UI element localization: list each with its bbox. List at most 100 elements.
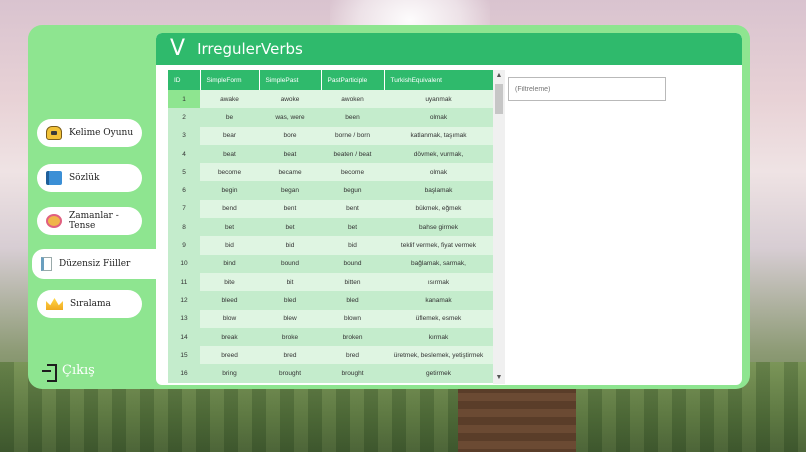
cell-pastparticiple[interactable]: broken [321, 327, 384, 347]
cell-simpleform[interactable]: become [200, 163, 259, 182]
table-row[interactable]: 11 bite bit bitten ısırmak [168, 272, 493, 292]
scroll-up-arrow-icon[interactable]: ▲ [493, 70, 505, 82]
cell-turkish[interactable]: başlamak [384, 181, 493, 200]
cell-simpleform[interactable]: bite [200, 272, 259, 292]
cell-pastparticiple[interactable]: bled [321, 291, 384, 310]
column-header-simpleform[interactable]: SimpleForm [200, 70, 260, 90]
cell-turkish[interactable]: teklif vermek, fiyat vermek [384, 236, 493, 255]
cell-turkish[interactable]: olmak [384, 163, 493, 182]
table-row[interactable]: 1 awake awoke awoken uyanmak [168, 90, 493, 109]
cell-simplepast[interactable]: bit [259, 272, 321, 292]
cell-simplepast[interactable]: bore [259, 126, 321, 145]
cell-turkish[interactable]: kanamak [384, 291, 493, 310]
cell-simplepast[interactable]: awoke [259, 90, 321, 109]
cell-simpleform[interactable]: bend [200, 199, 259, 219]
cell-pastparticiple[interactable]: bitten [321, 272, 384, 292]
cell-id[interactable]: 10 [168, 254, 200, 273]
table-row[interactable]: 7 bend bent bent bükmek, eğmek [168, 199, 493, 219]
cell-simpleform[interactable]: bleed [200, 291, 259, 310]
cell-simpleform[interactable]: be [200, 108, 259, 127]
cell-simpleform[interactable]: bet [200, 218, 259, 237]
cell-id[interactable]: 14 [168, 327, 200, 347]
cell-pastparticiple[interactable]: bred [321, 346, 384, 365]
cell-simpleform[interactable]: beat [200, 144, 259, 164]
cell-simpleform[interactable]: bear [200, 126, 259, 145]
table-row[interactable]: 9 bid bid bid teklif vermek, fiyat verme… [168, 236, 493, 255]
cell-simpleform[interactable]: break [200, 327, 259, 347]
cell-turkish[interactable]: ısırmak [384, 272, 493, 292]
table-row[interactable]: 12 bleed bled bled kanamak [168, 291, 493, 310]
scroll-down-arrow-icon[interactable]: ▼ [493, 372, 505, 384]
menu-duzensiz-fiiller-button[interactable]: Düzensiz Fiiller [32, 249, 158, 279]
cell-turkish[interactable]: üflemek, esmek [384, 309, 493, 328]
cell-id[interactable]: 5 [168, 163, 200, 182]
cell-pastparticiple[interactable]: awoken [321, 90, 384, 109]
cell-pastparticiple[interactable]: borne / born [321, 126, 384, 145]
cell-pastparticiple[interactable]: begun [321, 181, 384, 200]
cell-pastparticiple[interactable]: brought [321, 364, 384, 383]
cell-id[interactable]: 3 [168, 126, 200, 145]
cell-pastparticiple[interactable]: bound [321, 254, 384, 273]
cell-id[interactable]: 6 [168, 181, 200, 200]
cell-turkish[interactable]: bahse girmek [384, 218, 493, 237]
menu-sozluk-button[interactable]: Sözlük [37, 164, 142, 192]
cell-simpleform[interactable]: bind [200, 254, 259, 273]
table-row[interactable]: 16 bring brought brought getirmek [168, 364, 493, 383]
cell-simplepast[interactable]: began [259, 181, 321, 200]
cell-pastparticiple[interactable]: been [321, 108, 384, 127]
cell-simplepast[interactable]: bid [259, 236, 321, 255]
cell-turkish[interactable]: bükmek, eğmek [384, 199, 493, 219]
table-row[interactable]: 2 be was, were been olmak [168, 108, 493, 127]
table-row[interactable]: 10 bind bound bound bağlamak, sarmak, [168, 254, 493, 273]
cell-id[interactable]: 1 [168, 90, 200, 109]
table-row[interactable]: 13 blow blew blown üflemek, esmek [168, 309, 493, 328]
cell-turkish[interactable]: getirmek [384, 364, 493, 383]
cell-simpleform[interactable]: bring [200, 364, 259, 383]
cell-id[interactable]: 12 [168, 291, 200, 310]
table-row[interactable]: 6 begin began begun başlamak [168, 181, 493, 200]
cell-simpleform[interactable]: blow [200, 309, 259, 328]
cell-turkish[interactable]: olmak [384, 108, 493, 127]
cell-simplepast[interactable]: bred [259, 346, 321, 365]
filter-input[interactable] [508, 77, 666, 101]
menu-kelime-oyunu-button[interactable]: Kelime Oyunu [37, 119, 142, 147]
cell-id[interactable]: 8 [168, 218, 200, 237]
cell-turkish[interactable]: üretmek, beslemek, yetiştirmek [384, 346, 493, 365]
cell-simplepast[interactable]: bet [259, 218, 321, 237]
cell-simplepast[interactable]: was, were [259, 108, 321, 127]
cell-simpleform[interactable]: breed [200, 346, 259, 365]
cell-id[interactable]: 13 [168, 309, 200, 328]
cell-id[interactable]: 2 [168, 108, 200, 127]
cell-simplepast[interactable]: bent [259, 199, 321, 219]
cell-simpleform[interactable]: awake [200, 90, 259, 109]
cell-turkish[interactable]: kırmak [384, 327, 493, 347]
cell-simpleform[interactable]: begin [200, 181, 259, 200]
menu-zamanlar-button[interactable]: Zamanlar - Tense [37, 207, 142, 235]
table-row[interactable]: 8 bet bet bet bahse girmek [168, 218, 493, 237]
column-header-pastparticiple[interactable]: PastParticiple [321, 70, 385, 90]
cell-simplepast[interactable]: brought [259, 364, 321, 383]
cell-pastparticiple[interactable]: blown [321, 309, 384, 328]
cell-turkish[interactable]: bağlamak, sarmak, [384, 254, 493, 273]
column-header-turkishequivalent[interactable]: TurkishEquivalent [384, 70, 494, 90]
table-row[interactable]: 5 become became become olmak [168, 163, 493, 182]
scroll-thumb[interactable] [495, 84, 503, 114]
cell-pastparticiple[interactable]: beaten / beat [321, 144, 384, 164]
cell-id[interactable]: 15 [168, 346, 200, 365]
column-header-simplepast[interactable]: SimplePast [259, 70, 322, 90]
cell-id[interactable]: 7 [168, 199, 200, 219]
menu-siralama-button[interactable]: Sıralama [37, 290, 142, 318]
cell-simplepast[interactable]: beat [259, 144, 321, 164]
cell-id[interactable]: 4 [168, 144, 200, 164]
cell-simplepast[interactable]: became [259, 163, 321, 182]
exit-button[interactable]: Çıkış [42, 363, 95, 382]
table-row[interactable]: 3 bear bore borne / born katlanmak, taşı… [168, 126, 493, 145]
cell-turkish[interactable]: dövmek, vurmak, [384, 144, 493, 164]
cell-id[interactable]: 9 [168, 236, 200, 255]
column-header-id[interactable]: ID [168, 70, 201, 90]
cell-pastparticiple[interactable]: bent [321, 199, 384, 219]
cell-turkish[interactable]: uyanmak [384, 90, 493, 109]
cell-turkish[interactable]: katlanmak, taşımak [384, 126, 493, 145]
cell-simpleform[interactable]: bid [200, 236, 259, 255]
cell-pastparticiple[interactable]: bid [321, 236, 384, 255]
